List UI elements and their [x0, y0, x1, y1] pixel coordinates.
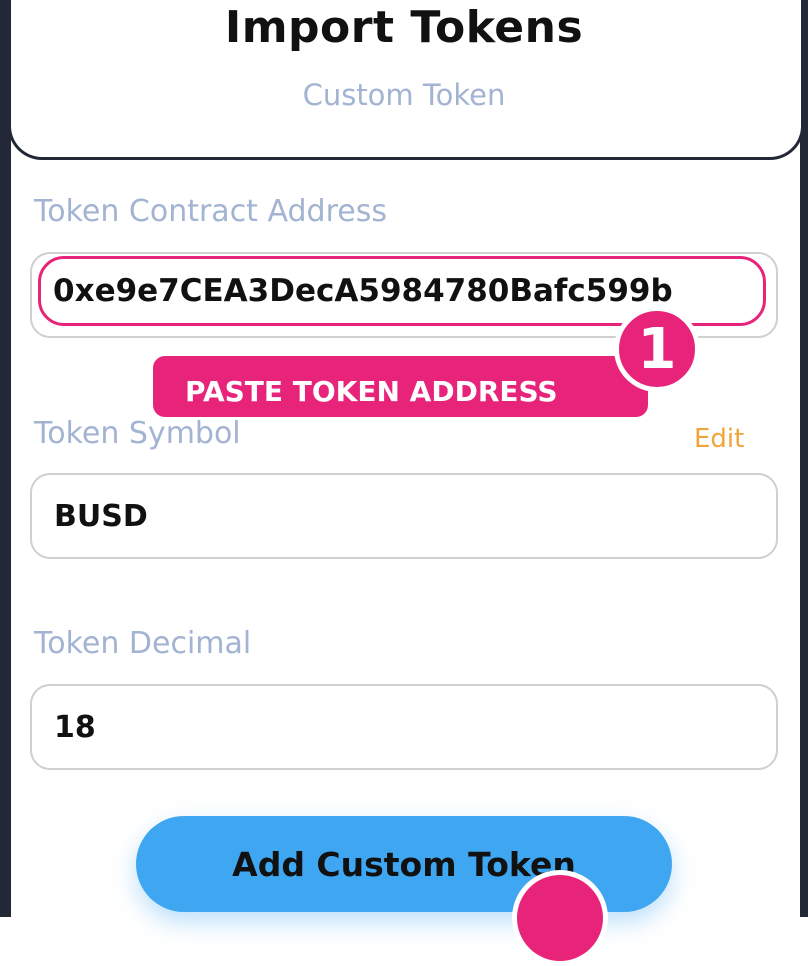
- token-decimal-label: Token Decimal: [34, 626, 252, 661]
- page-title: Import Tokens: [224, 2, 584, 53]
- token-decimal-field[interactable]: 18: [30, 684, 778, 770]
- token-symbol-field[interactable]: BUSD: [30, 473, 778, 559]
- step-2-badge: [512, 870, 608, 966]
- step-1-badge: 1: [614, 306, 700, 392]
- contract-address-label: Token Contract Address: [34, 194, 387, 229]
- page-subtitle: Custom Token: [302, 78, 506, 112]
- paste-address-callout: PASTE TOKEN ADDRESS: [153, 356, 648, 417]
- token-symbol-label: Token Symbol: [34, 416, 241, 451]
- edit-symbol-link[interactable]: Edit: [694, 424, 744, 454]
